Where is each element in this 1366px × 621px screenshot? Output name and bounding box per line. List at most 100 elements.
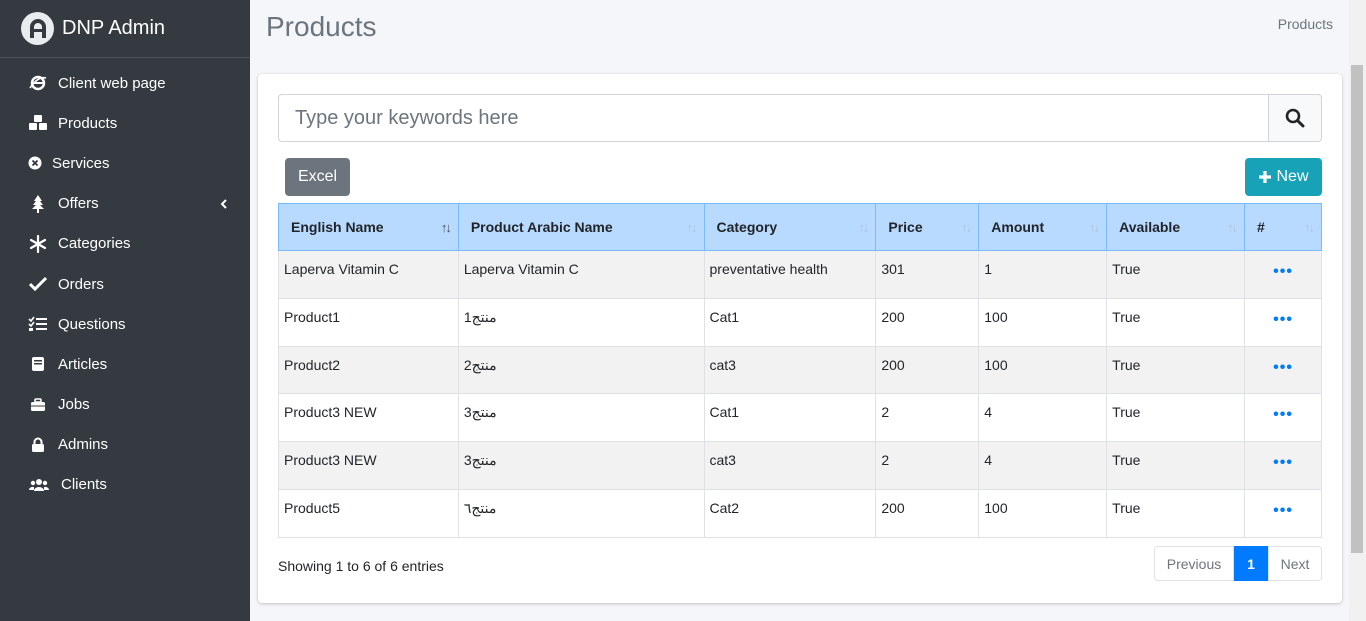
cell-english-name: Laperva Vitamin C [278, 250, 459, 299]
table-row: Product3 NEW منتج3 cat3 2 4 True ••• [278, 441, 1322, 490]
cubes-icon [28, 114, 48, 132]
cell-actions: ••• [1244, 393, 1322, 443]
sort-icon: ↑↓ [858, 220, 869, 235]
sidebar-item-label: Orders [58, 275, 104, 293]
sidebar-item-articles[interactable]: Articles [0, 344, 250, 384]
tasks-icon [28, 315, 48, 333]
cell-category: Cat1 [703, 393, 877, 443]
page-title: Products [266, 11, 377, 42]
cell-category: preventative health [703, 250, 877, 299]
column-header-arabic-name[interactable]: Product Arabic Name ↑↓ [457, 203, 705, 251]
column-header-label: Available [1119, 219, 1181, 235]
ie-icon [28, 74, 48, 92]
cell-amount: 4 [978, 393, 1108, 443]
search-icon [1285, 108, 1305, 128]
cell-actions: ••• [1244, 345, 1322, 395]
cell-price: 301 [875, 250, 980, 299]
column-header-amount[interactable]: Amount ↑↓ [978, 203, 1108, 251]
more-actions-icon[interactable]: ••• [1273, 502, 1293, 519]
sidebar-item-categories[interactable]: Categories [0, 224, 250, 264]
cell-available: True [1106, 297, 1246, 347]
sidebar-item-offers[interactable]: Offers [0, 184, 250, 224]
cell-arabic-name: منتج٦ [457, 488, 705, 538]
brand-name: DNP Admin [62, 17, 166, 39]
more-actions-icon[interactable]: ••• [1273, 311, 1293, 328]
column-header-price[interactable]: Price ↑↓ [875, 203, 980, 251]
sidebar-item-client-web-page[interactable]: Client web page [0, 63, 250, 103]
more-actions-icon[interactable]: ••• [1273, 406, 1293, 423]
excel-button[interactable]: Excel [285, 158, 350, 196]
sidebar-item-questions[interactable]: Questions [0, 304, 250, 344]
sidebar-item-label: Jobs [58, 396, 90, 414]
more-actions-icon[interactable]: ••• [1273, 454, 1293, 471]
vertical-scrollbar[interactable] [1349, 0, 1366, 621]
column-header-available[interactable]: Available ↑↓ [1106, 203, 1246, 251]
chevron-left-icon[interactable] [220, 197, 228, 214]
cell-category: cat3 [703, 441, 877, 490]
sidebar-nav: Client web page Products Services Offers [0, 58, 250, 505]
brand-logo-icon [21, 12, 54, 45]
column-header-label: English Name [291, 219, 384, 235]
sort-asc-icon: ↑↓ [440, 220, 452, 235]
page-1-button[interactable]: 1 [1234, 546, 1268, 581]
sidebar-item-clients[interactable]: Clients [0, 465, 250, 505]
search-input[interactable] [278, 94, 1268, 142]
cell-amount: 100 [978, 297, 1108, 347]
sidebar-item-label: Products [58, 114, 118, 132]
book-icon [28, 355, 48, 373]
scrollbar-thumb[interactable] [1351, 65, 1363, 553]
table-row: Product5 منتج٦ Cat2 200 100 True ••• [278, 488, 1322, 538]
sidebar-item-label: Questions [58, 315, 126, 333]
search-button[interactable] [1268, 94, 1322, 142]
products-card: Excel New English Name ↑↓ Product Arabic … [258, 74, 1342, 603]
sidebar-item-label: Categories [58, 235, 131, 253]
cell-available: True [1106, 345, 1246, 395]
cell-arabic-name: Laperva Vitamin C [457, 250, 705, 299]
column-header-english-name[interactable]: English Name ↑↓ [278, 203, 459, 251]
cell-arabic-name: منتج2 [457, 345, 705, 395]
cell-amount: 1 [978, 250, 1108, 299]
cell-actions: ••• [1244, 488, 1322, 538]
column-header-label: Product Arabic Name [470, 219, 613, 235]
briefcase-icon [28, 396, 48, 414]
new-button[interactable]: New [1245, 158, 1322, 196]
cell-amount: 100 [978, 345, 1108, 395]
table-row: Product3 NEW منتج3 Cat1 2 4 True ••• [278, 393, 1322, 443]
sort-icon: ↑↓ [1304, 220, 1315, 235]
snowflake-icon [28, 234, 48, 253]
cell-available: True [1106, 441, 1246, 490]
column-header-label: Price [888, 219, 923, 235]
sidebar-item-services[interactable]: Services [0, 143, 250, 183]
more-actions-icon[interactable]: ••• [1273, 263, 1293, 280]
times-circle-icon [28, 154, 42, 172]
brand[interactable]: DNP Admin [0, 0, 250, 58]
new-button-label: New [1276, 168, 1309, 185]
search-bar [278, 94, 1322, 142]
column-header-actions[interactable]: # ↑↓ [1244, 203, 1322, 251]
sidebar: DNP Admin Client web page Products Servi… [0, 0, 250, 621]
check-icon [28, 275, 48, 293]
cell-english-name: Product3 NEW [278, 441, 459, 490]
cell-amount: 4 [978, 441, 1108, 490]
table-row: Product1 منتج1 Cat1 200 100 True ••• [278, 297, 1322, 347]
sidebar-item-label: Clients [61, 476, 107, 494]
cell-english-name: Product2 [278, 345, 459, 395]
sidebar-item-orders[interactable]: Orders [0, 264, 250, 304]
cell-category: Cat1 [703, 297, 877, 347]
column-header-category[interactable]: Category ↑↓ [703, 203, 877, 251]
table-row: Laperva Vitamin C Laperva Vitamin C prev… [278, 250, 1322, 299]
sidebar-item-admins[interactable]: Admins [0, 425, 250, 465]
sidebar-item-products[interactable]: Products [0, 103, 250, 143]
cell-amount: 100 [978, 488, 1108, 538]
previous-page-button[interactable]: Previous [1154, 546, 1234, 581]
breadcrumb[interactable]: Products [1278, 16, 1333, 32]
sort-icon: ↑↓ [1089, 220, 1100, 235]
next-page-button[interactable]: Next [1268, 546, 1322, 581]
more-actions-icon[interactable]: ••• [1273, 359, 1293, 376]
cell-price: 2 [875, 441, 980, 490]
cell-price: 200 [875, 488, 980, 538]
cell-actions: ••• [1244, 297, 1322, 347]
sidebar-item-jobs[interactable]: Jobs [0, 385, 250, 425]
cell-price: 200 [875, 345, 980, 395]
sidebar-item-label: Admins [58, 436, 109, 454]
